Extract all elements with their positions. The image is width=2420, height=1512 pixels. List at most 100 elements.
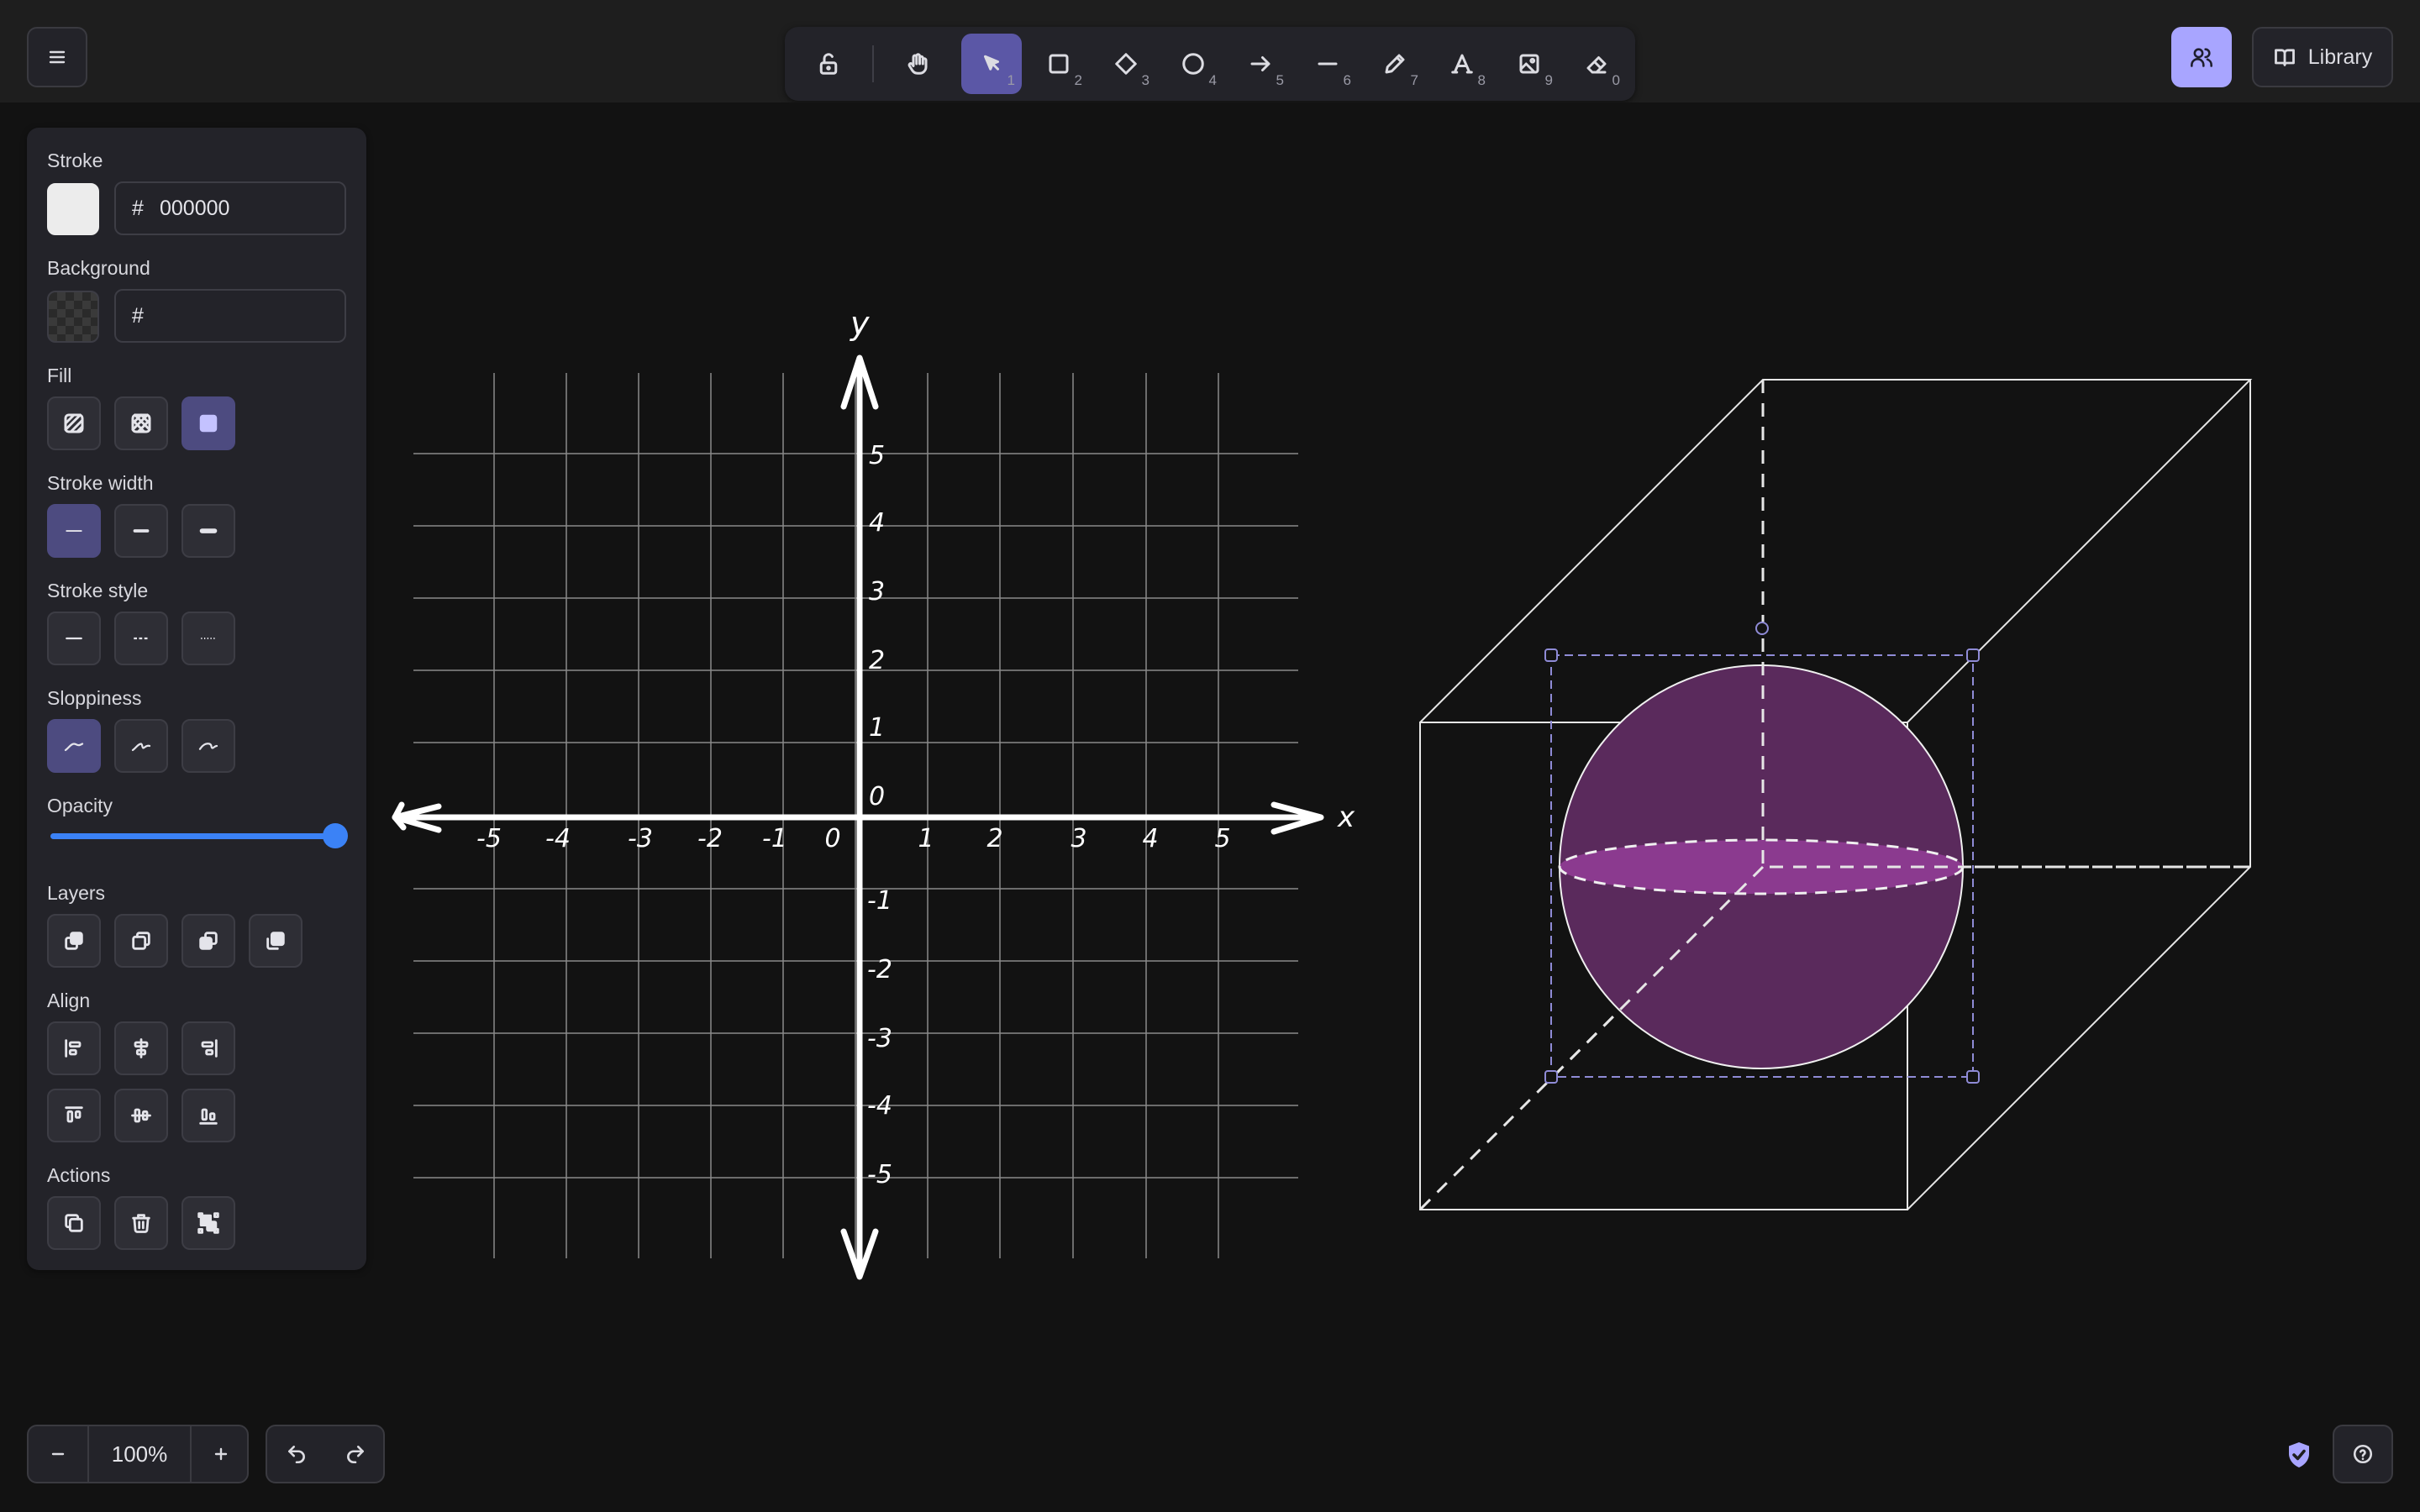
- redo-button[interactable]: [326, 1426, 385, 1482]
- bring-forward-icon: [199, 932, 218, 950]
- align-center-vertical-button[interactable]: [114, 1089, 168, 1142]
- help-icon: [2353, 1444, 2373, 1464]
- background-hex-field[interactable]: #: [114, 289, 346, 343]
- cube-right-edges: [1907, 380, 2251, 1210]
- library-button[interactable]: Library: [2252, 27, 2393, 87]
- trash-icon: [132, 1214, 150, 1233]
- solid-line-icon: [66, 637, 82, 640]
- background-hex-input[interactable]: [160, 303, 311, 328]
- help-button[interactable]: [2333, 1425, 2393, 1483]
- undo-button[interactable]: [267, 1426, 326, 1482]
- tool-diamond[interactable]: 3: [1096, 34, 1156, 94]
- y-tick-label: 4: [869, 508, 885, 538]
- resize-handle-sw: [1544, 1070, 1558, 1084]
- x-tick-label: -5: [476, 824, 502, 853]
- tool-key-4: 4: [1208, 72, 1217, 88]
- align-right-icon: [201, 1039, 218, 1058]
- background-color-swatch[interactable]: [47, 291, 99, 343]
- stroke-style-label: Stroke style: [47, 580, 149, 601]
- users-icon: [2191, 48, 2212, 67]
- line-icon: [1318, 62, 1338, 66]
- send-backward-icon: [132, 932, 150, 950]
- sloppiness-architect-button[interactable]: [47, 719, 101, 773]
- zoom-reset-button[interactable]: 100%: [89, 1426, 190, 1482]
- background-label: Background: [47, 257, 150, 279]
- y-tick-label: -4: [867, 1091, 892, 1121]
- fill-crosshatch-button[interactable]: [114, 396, 168, 450]
- tool-key-2: 2: [1074, 72, 1082, 88]
- artist-icon: [131, 743, 151, 752]
- align-bottom-icon: [199, 1108, 218, 1125]
- y-tick-label: -1: [867, 886, 892, 916]
- fill-hachure-button[interactable]: [47, 396, 101, 450]
- align-bottom-button[interactable]: [182, 1089, 235, 1142]
- bring-forward-button[interactable]: [182, 914, 235, 968]
- tool-rectangle[interactable]: 2: [1028, 34, 1089, 94]
- bring-to-front-button[interactable]: [249, 914, 302, 968]
- duplicate-icon: [65, 1214, 83, 1232]
- bring-to-front-icon: [266, 932, 285, 950]
- rectangle-icon: [1049, 54, 1069, 74]
- align-right-button[interactable]: [182, 1021, 235, 1075]
- properties-panel: Stroke # Background # Fill Stroke width …: [27, 128, 366, 1270]
- zoom-out-button[interactable]: [29, 1426, 87, 1482]
- align-top-button[interactable]: [47, 1089, 101, 1142]
- send-to-back-button[interactable]: [47, 914, 101, 968]
- tool-image[interactable]: 9: [1499, 34, 1560, 94]
- minus-icon: [51, 1452, 65, 1456]
- tool-lock[interactable]: [798, 34, 859, 94]
- stroke-width-thin-button[interactable]: [47, 504, 101, 558]
- y-tick-label: 5: [869, 441, 885, 470]
- align-center-horizontal-button[interactable]: [114, 1021, 168, 1075]
- stroke-style-solid-button[interactable]: [47, 612, 101, 665]
- stroke-hex-field[interactable]: #: [114, 181, 346, 235]
- main-menu-button[interactable]: [27, 27, 87, 87]
- group-button[interactable]: [182, 1196, 235, 1250]
- sloppiness-artist-button[interactable]: [114, 719, 168, 773]
- hachure-icon: [64, 413, 84, 433]
- x-tick-label: 5: [1214, 824, 1230, 853]
- stroke-style-dashed-button[interactable]: [114, 612, 168, 665]
- x-tick-label: -4: [545, 824, 571, 853]
- shield-check-icon: [2289, 1442, 2309, 1467]
- pointer-icon: [984, 55, 999, 71]
- stroke-style-dotted-button[interactable]: [182, 612, 235, 665]
- sloppiness-cartoonist-button[interactable]: [182, 719, 235, 773]
- duplicate-button[interactable]: [47, 1196, 101, 1250]
- x-tick-label: -3: [628, 824, 653, 853]
- architect-icon: [64, 743, 84, 752]
- collaborate-button[interactable]: [2171, 27, 2232, 87]
- stroke-hex-input[interactable]: [160, 196, 311, 221]
- tool-key-9: 9: [1544, 72, 1553, 88]
- zoom-in-button[interactable]: [192, 1426, 250, 1482]
- opacity-slider-thumb[interactable]: [323, 823, 348, 848]
- background-hash: #: [132, 303, 144, 328]
- history-controls: [266, 1425, 385, 1483]
- zoom-controls: 100%: [27, 1425, 249, 1483]
- group-icon: [197, 1212, 219, 1234]
- stroke-color-swatch[interactable]: [47, 183, 99, 235]
- tool-line[interactable]: 6: [1297, 34, 1358, 94]
- fill-solid-button[interactable]: [182, 396, 235, 450]
- send-backward-button[interactable]: [114, 914, 168, 968]
- shapes-toolbar: 1 2 3 4 5 6 7 8 9 0: [785, 27, 1635, 101]
- stroke-width-bold-button[interactable]: [114, 504, 168, 558]
- opacity-slider[interactable]: [50, 823, 348, 848]
- stroke-width-extra-bold-button[interactable]: [182, 504, 235, 558]
- align-left-button[interactable]: [47, 1021, 101, 1075]
- tool-key-1: 1: [1007, 72, 1015, 88]
- tool-ellipse[interactable]: 4: [1163, 34, 1223, 94]
- sloppiness-label: Sloppiness: [47, 687, 142, 709]
- tool-eraser[interactable]: 0: [1566, 34, 1627, 94]
- tool-arrow[interactable]: 5: [1230, 34, 1291, 94]
- shield-check-indicator[interactable]: [2282, 1438, 2316, 1472]
- tool-key-8: 8: [1477, 72, 1486, 88]
- tool-text[interactable]: 8: [1432, 34, 1492, 94]
- tool-hand[interactable]: [887, 34, 948, 94]
- text-icon: [1451, 54, 1473, 74]
- tool-selection[interactable]: 1: [961, 34, 1022, 94]
- dashed-line-icon: [134, 637, 149, 640]
- delete-button[interactable]: [114, 1196, 168, 1250]
- eraser-icon: [1586, 56, 1607, 74]
- tool-draw[interactable]: 7: [1365, 34, 1425, 94]
